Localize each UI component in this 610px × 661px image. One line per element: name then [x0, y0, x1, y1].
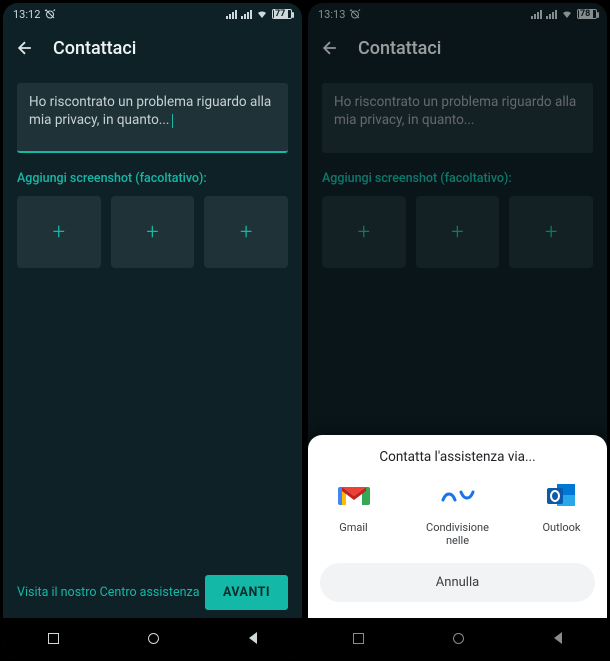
wifi-icon	[256, 8, 268, 20]
share-app-outlook[interactable]: Outlook	[527, 477, 597, 547]
add-screenshot-slot[interactable]: +	[17, 196, 101, 268]
battery-icon: 77	[272, 9, 292, 19]
cancel-button[interactable]: Annulla	[320, 563, 595, 602]
content-area: Ho riscontrato un problema riguardo alla…	[3, 71, 302, 566]
back-nav-icon[interactable]	[249, 632, 257, 644]
alarm-off-icon	[44, 8, 56, 20]
message-input[interactable]: Ho riscontrato un problema riguardo alla…	[17, 83, 288, 153]
status-bar: 13:12 77	[3, 3, 302, 25]
outlook-icon	[543, 477, 581, 515]
sheet-apps: Gmail Condivisione nelle Outlook	[319, 477, 597, 547]
screenshot-slots: + + +	[17, 196, 288, 268]
clock: 13:12	[13, 8, 40, 21]
share-app-gmail[interactable]: Gmail	[319, 477, 389, 547]
recent-apps-icon[interactable]	[48, 633, 59, 644]
signal-icon	[226, 10, 237, 19]
nearby-share-icon	[439, 477, 477, 515]
plus-icon: +	[240, 220, 252, 245]
plus-icon: +	[146, 220, 158, 245]
app-label: Gmail	[339, 521, 367, 534]
home-icon[interactable]	[148, 633, 159, 644]
phone-right: 13:13 78 Contattaci Ho riscontrato un pr…	[305, 0, 610, 661]
plus-icon: +	[53, 220, 65, 245]
phone-left: 13:12 77 Contattaci Ho riscontrato un pr…	[0, 0, 305, 661]
help-center-link[interactable]: Visita il nostro Centro assistenza	[17, 585, 200, 600]
message-text: Ho riscontrato un problema riguardo alla…	[29, 94, 271, 128]
sheet-title: Contatta l'assistenza via...	[379, 449, 535, 465]
page-title: Contattaci	[53, 38, 136, 59]
app-label: Outlook	[542, 521, 580, 534]
add-screenshot-slot[interactable]: +	[204, 196, 288, 268]
next-button[interactable]: AVANTI	[205, 575, 288, 610]
app-label: Condivisione nelle	[423, 521, 493, 547]
back-arrow-icon[interactable]	[15, 38, 35, 58]
android-nav-bar	[3, 618, 302, 658]
app-bar: Contattaci	[3, 25, 302, 71]
signal-icon	[241, 10, 252, 19]
bottom-bar: Visita il nostro Centro assistenza AVANT…	[3, 566, 302, 618]
add-screenshot-label: Aggiungi screenshot (facoltativo):	[17, 171, 288, 186]
add-screenshot-slot[interactable]: +	[111, 196, 195, 268]
gmail-icon	[335, 477, 373, 515]
share-sheet: Contatta l'assistenza via... Gmail Condi…	[308, 435, 607, 618]
text-cursor	[172, 114, 173, 128]
share-app-nearby[interactable]: Condivisione nelle	[423, 477, 493, 547]
